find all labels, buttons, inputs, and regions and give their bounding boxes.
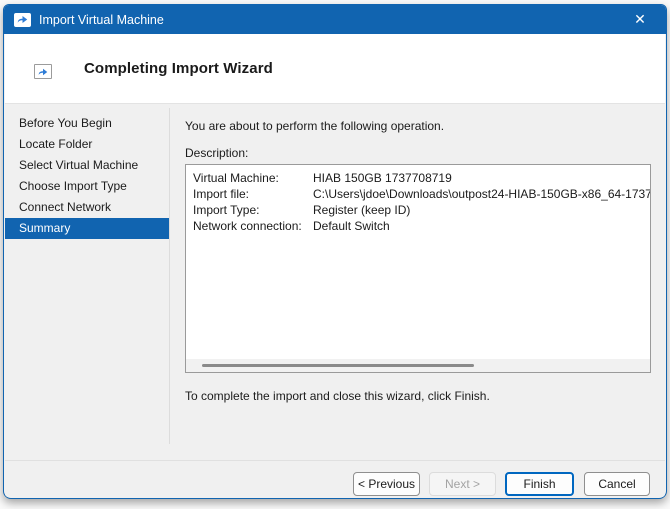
summary-row: Network connection:Default Switch xyxy=(193,218,650,234)
description-label: Description: xyxy=(185,146,248,160)
summary-rows: Virtual Machine:HIAB 150GB 1737708719Imp… xyxy=(193,170,650,234)
close-button[interactable]: ✕ xyxy=(624,5,656,34)
finish-button[interactable]: Finish xyxy=(505,472,574,496)
summary-row-value: C:\Users\jdoe\Downloads\outpost24-HIAB-1… xyxy=(313,186,651,202)
window-title: Import Virtual Machine xyxy=(39,13,624,27)
summary-row-label: Virtual Machine: xyxy=(193,170,313,186)
previous-button[interactable]: < Previous xyxy=(353,472,420,496)
summary-row: Import file:C:\Users\jdoe\Downloads\outp… xyxy=(193,186,650,202)
finish-instruction-text: To complete the import and close this wi… xyxy=(185,389,490,403)
summary-row: Virtual Machine:HIAB 150GB 1737708719 xyxy=(193,170,650,186)
title-bar: Import Virtual Machine ✕ xyxy=(4,5,666,34)
cancel-button[interactable]: Cancel xyxy=(584,472,650,496)
wizard-steps: Before You BeginLocate FolderSelect Virt… xyxy=(5,113,169,239)
wizard-body: Before You BeginLocate FolderSelect Virt… xyxy=(5,105,665,497)
sidebar-item-connect-network[interactable]: Connect Network xyxy=(5,197,169,218)
operation-intro-text: You are about to perform the following o… xyxy=(185,119,444,133)
summary-row-label: Import Type: xyxy=(193,202,313,218)
description-box[interactable]: Virtual Machine:HIAB 150GB 1737708719Imp… xyxy=(185,164,651,373)
export-arrow-icon xyxy=(16,14,29,25)
sidebar-item-select-virtual-machine[interactable]: Select Virtual Machine xyxy=(5,155,169,176)
summary-row-value: HIAB 150GB 1737708719 xyxy=(313,170,452,186)
sidebar-divider xyxy=(169,108,170,444)
page-title: Completing Import Wizard xyxy=(84,60,273,77)
sidebar-item-before-you-begin[interactable]: Before You Begin xyxy=(5,113,169,134)
next-button[interactable]: Next > xyxy=(429,472,496,496)
horizontal-scrollbar[interactable] xyxy=(186,359,650,372)
import-wizard-window: Import Virtual Machine ✕ Completing Impo… xyxy=(3,4,667,499)
sidebar-item-choose-import-type[interactable]: Choose Import Type xyxy=(5,176,169,197)
import-vm-app-icon xyxy=(14,13,31,27)
export-arrow-icon xyxy=(37,67,49,77)
sidebar-item-summary[interactable]: Summary xyxy=(5,218,169,239)
sidebar-item-locate-folder[interactable]: Locate Folder xyxy=(5,134,169,155)
summary-row-label: Import file: xyxy=(193,186,313,202)
wizard-header: Completing Import Wizard xyxy=(5,34,665,104)
horizontal-scrollbar-thumb[interactable] xyxy=(202,364,474,367)
button-bar: < Previous Next > Finish Cancel xyxy=(5,461,665,497)
summary-row-value: Default Switch xyxy=(313,218,390,234)
summary-row-label: Network connection: xyxy=(193,218,313,234)
close-icon: ✕ xyxy=(634,11,646,28)
summary-row: Import Type:Register (keep ID) xyxy=(193,202,650,218)
import-wizard-page-icon xyxy=(34,64,52,79)
summary-row-value: Register (keep ID) xyxy=(313,202,410,218)
